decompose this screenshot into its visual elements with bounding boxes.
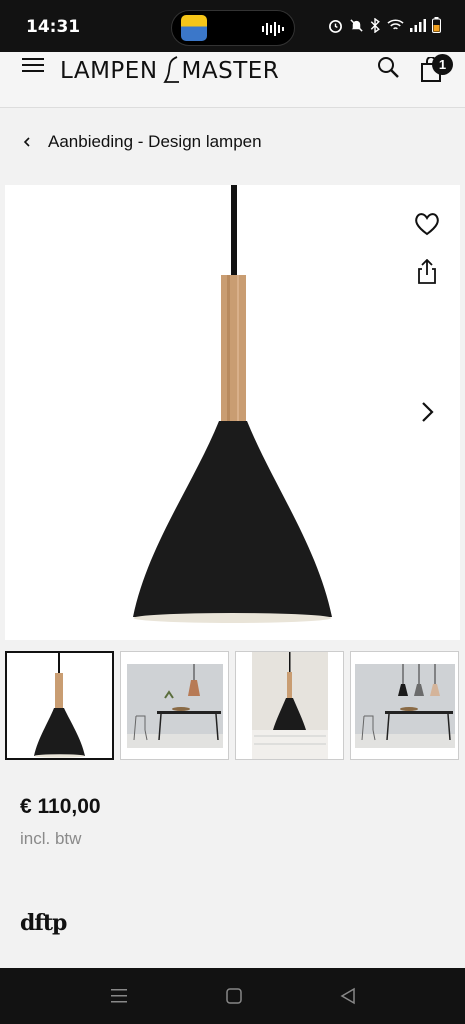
back-icon[interactable] [337,986,359,1006]
alarm-icon [329,19,342,33]
site-logo[interactable]: LAMPEN MASTER [60,56,279,86]
search-icon[interactable] [376,55,400,79]
menu-icon[interactable] [22,56,44,74]
status-bar: 14:31 [0,0,465,52]
logo-text-right: MASTER [181,58,280,84]
thumbnail-lamp-image [34,653,85,758]
share-icon[interactable] [416,259,438,285]
thumbnail-room-image [121,652,228,759]
thumbnail-room-three-lamps-image [351,652,458,759]
bluetooth-icon [370,17,380,33]
thumbnail-1[interactable] [5,651,114,760]
recent-apps-icon[interactable] [108,986,130,1006]
product-main-image[interactable] [5,185,460,640]
mute-icon [350,18,363,32]
audio-wave-icon [262,22,284,36]
breadcrumb-back[interactable]: Aanbieding - Design lampen [22,132,262,152]
battery-icon [432,17,441,33]
site-header: LAMPEN MASTER 1 [0,52,465,108]
logo-lamp-icon [162,56,179,83]
vat-note: incl. btw [20,829,82,848]
chevron-left-icon [23,137,30,147]
logo-text-left: LAMPEN [60,58,158,84]
cart-button[interactable]: 1 [420,54,456,84]
home-icon[interactable] [223,986,245,1006]
signal-icon [410,18,426,32]
cart-count-badge: 1 [432,54,453,75]
breadcrumb-label: Aanbieding - Design lampen [48,132,262,151]
heart-icon[interactable] [414,212,440,236]
thumbnail-4[interactable] [350,651,459,760]
status-time: 14:31 [26,17,81,37]
media-island[interactable] [171,10,295,46]
chevron-right-icon[interactable] [418,400,436,424]
wifi-icon [387,19,404,30]
thumbnail-lamp-wall-image [236,652,343,759]
status-icons [328,17,441,33]
brand-logo[interactable]: dftp [20,910,67,936]
thumbnail-3[interactable] [235,651,344,760]
product-price: € 110,00 [20,795,101,818]
media-thumbnail [181,15,207,41]
thumbnail-2[interactable] [120,651,229,760]
thumbnail-strip [5,651,460,760]
pendant-lamp-image [133,185,332,623]
system-navigation-bar [0,968,465,1024]
